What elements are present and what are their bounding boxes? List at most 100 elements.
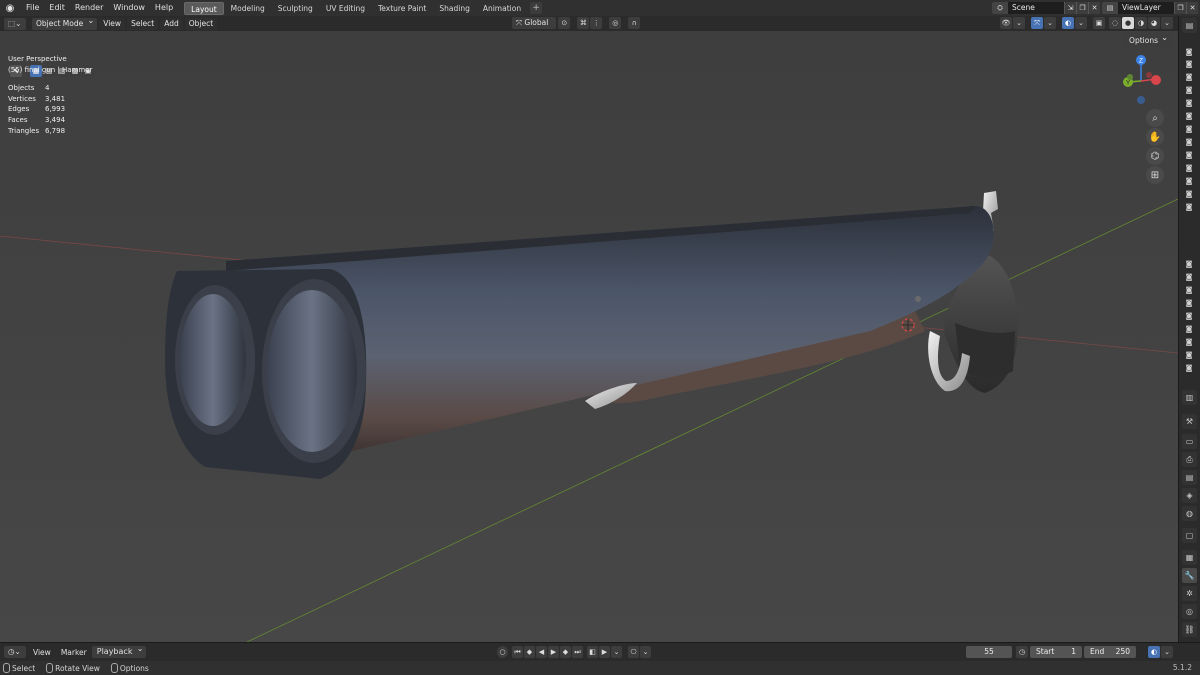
timeline-marker-menu[interactable]: Marker [56,648,92,657]
overlays-toggle-icon[interactable]: ◐ [1062,17,1074,29]
tab-layout[interactable]: Layout [184,1,224,15]
jump-keyframe-forward-icon[interactable]: ◆ [560,646,571,658]
pivot-icon[interactable]: ⊙ [558,17,571,29]
camera-icon[interactable]: ◙ [1184,177,1194,185]
gizmo-toggle-icon[interactable]: ⤧ [1031,17,1043,29]
scene-properties-icon[interactable]: ◈ [1182,488,1197,503]
modifier-properties-icon[interactable]: 🔧 [1182,568,1197,583]
delete-view-layer-icon[interactable]: ✕ [1186,2,1198,14]
visibility-dropdown-icon[interactable]: ⌄ [1013,17,1025,29]
preview-range-icon[interactable]: ◷ [1016,646,1028,658]
particle-properties-icon[interactable]: ✲ [1182,586,1197,601]
keyframe-icon[interactable]: ◧ [587,646,598,658]
new-view-layer-icon[interactable]: ❐ [1174,2,1186,14]
view-layer-selector[interactable]: ▤ ViewLayer ❐ ✕ [1102,2,1198,14]
timeline-view-menu[interactable]: View [28,648,56,657]
tab-texture-paint[interactable]: Texture Paint [372,2,432,15]
new-scene-icon[interactable]: ❐ [1076,2,1088,14]
camera-icon[interactable]: ◙ [1184,86,1194,94]
camera-icon[interactable]: ◙ [1184,125,1194,133]
camera-icon[interactable]: ◙ [1184,364,1194,372]
camera-icon[interactable]: ◙ [1184,325,1194,333]
physics-properties-icon[interactable]: ◎ [1182,604,1197,619]
collection-properties-icon[interactable]: ▢ [1182,528,1197,543]
camera-icon[interactable]: ◙ [1184,203,1194,211]
camera-icon[interactable]: ◙ [1184,351,1194,359]
proportional-editing-icon[interactable]: ◎ [609,17,622,29]
view-menu[interactable]: View [99,17,126,30]
add-menu[interactable]: Add [160,17,183,30]
shading-solid-icon[interactable]: ● [1122,17,1134,29]
camera-icon[interactable]: ◙ [1184,299,1194,307]
proportional-falloff-icon[interactable]: ∩ [628,17,641,29]
tool-properties-icon[interactable]: ⚒ [1182,414,1197,429]
properties-editor-icon[interactable]: ▥ [1182,390,1197,405]
tab-animation[interactable]: Animation [477,2,527,15]
tab-sculpting[interactable]: Sculpting [272,2,319,15]
menu-window[interactable]: Window [108,0,150,16]
menu-file[interactable]: File [21,0,44,16]
scene-name[interactable]: Scene [1008,2,1064,14]
scene-selector[interactable]: ⛭ Scene ⇲ ❐ ✕ [992,2,1100,14]
object-mode-dropdown[interactable]: Object Mode [32,15,98,30]
playback-dropdown[interactable]: Playback [91,643,147,658]
view-object-types-icon[interactable]: 👁 [1000,17,1012,29]
view-layer-properties-icon[interactable]: ▤ [1182,470,1197,485]
shading-rendered-icon[interactable]: ◕ [1148,17,1160,29]
add-workspace-button[interactable]: + [530,2,543,14]
view-layer-name[interactable]: ViewLayer [1118,2,1174,14]
viewport-scene[interactable] [0,31,1178,642]
navigation-gizmo[interactable]: Z Y [1114,51,1168,105]
jump-keyframe-back-icon[interactable]: ◆ [524,646,535,658]
shading-dropdown-icon[interactable]: ⌄ [1161,17,1173,29]
current-frame-field[interactable]: 55 [966,646,1012,658]
tab-uv-editing[interactable]: UV Editing [320,2,371,15]
auto-keying-icon[interactable]: ○ [497,646,508,658]
delete-scene-icon[interactable]: ✕ [1088,2,1100,14]
object-menu[interactable]: Object [184,17,218,30]
snap-type-icon[interactable]: ⋮ [590,17,603,29]
menu-edit[interactable]: Edit [44,0,70,16]
constraint-properties-icon[interactable]: ⛓ [1182,622,1197,637]
snap-toggle-icon[interactable]: ⌘ [577,17,590,29]
gizmo-dropdown-icon[interactable]: ⌄ [1044,17,1056,29]
camera-icon[interactable]: ◙ [1184,312,1194,320]
world-properties-icon[interactable]: ◍ [1182,506,1197,521]
shading-wireframe-icon[interactable]: ◌ [1109,17,1121,29]
camera-icon[interactable]: ◙ [1184,190,1194,198]
object-properties-icon[interactable]: ▦ [1182,550,1197,565]
camera-icon[interactable]: ◙ [1184,151,1194,159]
keying-set-icon[interactable]: ⎔ [628,646,639,658]
timeline-options-dropdown-icon[interactable]: ⌄ [1161,646,1173,658]
keyframe-next-icon[interactable]: ▶ [599,646,610,658]
camera-icon[interactable]: ◙ [1184,48,1194,56]
camera-icon[interactable]: ◙ [1184,164,1194,172]
jump-start-icon[interactable]: ⏮ [512,646,523,658]
tab-shading[interactable]: Shading [433,2,475,15]
camera-icon[interactable]: ◙ [1184,60,1194,68]
perspective-toggle-icon[interactable]: ⊞ [1146,166,1164,184]
menu-help[interactable]: Help [150,0,178,16]
zoom-icon[interactable]: ⌕ [1146,109,1164,127]
timeline-editor-type-icon[interactable]: ◷⌄ [4,646,26,658]
camera-icon[interactable]: ◙ [1184,73,1194,81]
camera-icon[interactable]: ◙ [1184,273,1194,281]
play-icon[interactable]: ▶ [548,646,559,658]
camera-icon[interactable]: ◙ [1184,138,1194,146]
play-reverse-icon[interactable]: ◀ [536,646,547,658]
editor-type-icon[interactable]: ⬚⌄ [4,17,26,30]
start-frame-field[interactable]: Start 1 [1030,646,1082,658]
select-menu[interactable]: Select [127,17,159,30]
camera-icon[interactable]: ◙ [1184,112,1194,120]
pan-hand-icon[interactable]: ✋ [1146,128,1164,146]
3d-viewport[interactable]: ⬉ ▦ ▧ ▨ ▩ ▣ Options User Perspective (55… [0,31,1178,642]
keying-set-dropdown-icon[interactable]: ⌄ [640,646,651,658]
jump-end-icon[interactable]: ⏭ [572,646,583,658]
xray-toggle-icon[interactable]: ▣ [1093,17,1105,29]
keyframe-dropdown-icon[interactable]: ⌄ [611,646,622,658]
pin-scene-icon[interactable]: ⇲ [1064,2,1076,14]
camera-icon[interactable]: ◙ [1184,99,1194,107]
outliner-editor-icon[interactable]: ▤ [1182,18,1197,33]
timeline-view-options-icon[interactable]: ◐ [1148,646,1160,658]
overlays-dropdown-icon[interactable]: ⌄ [1075,17,1087,29]
